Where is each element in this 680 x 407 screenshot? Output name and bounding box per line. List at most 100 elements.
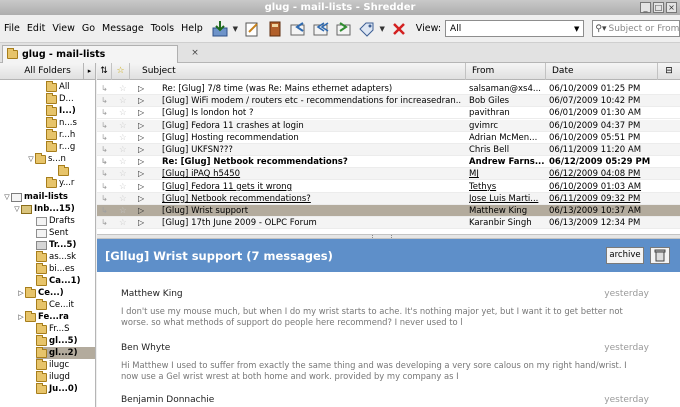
folder-item[interactable] [58, 164, 71, 177]
message-row[interactable]: ↳ ☆ ▷ Re: [Glug] 7/8 time (was Re: Mains et… [97, 83, 680, 95]
folder-pane-header[interactable]: All Folders ▸ [0, 63, 95, 80]
folder-item[interactable]: y...r [46, 176, 74, 189]
expand-thread-icon[interactable]: ▷ [138, 181, 144, 193]
minimize-button[interactable]: _ [640, 2, 651, 13]
tag-dropdown-icon[interactable]: ▼ [380, 25, 385, 33]
expand-thread-icon[interactable]: ▷ [138, 168, 144, 180]
expand-thread-icon[interactable]: ▷ [138, 107, 144, 119]
view-select[interactable]: All ▼ [445, 20, 585, 37]
expand-thread-icon[interactable]: ▷ [138, 95, 144, 107]
star-icon[interactable]: ☆ [119, 95, 127, 107]
menu-message[interactable]: Message [102, 23, 144, 34]
folder-item[interactable]: Fr...S [36, 322, 70, 335]
menu-edit[interactable]: Edit [27, 23, 45, 34]
get-mail-dropdown-icon[interactable]: ▼ [233, 25, 238, 33]
thread-column-icon[interactable]: ⇅ [97, 63, 112, 80]
expand-thread-icon[interactable]: ▷ [138, 132, 144, 144]
expand-thread-icon[interactable]: ▷ [138, 120, 144, 132]
folder-item[interactable]: Ce...it [36, 298, 74, 311]
folder-item[interactable]: ▷ Fe...ra [17, 310, 69, 323]
expand-thread-icon[interactable]: ▷ [138, 156, 144, 168]
expand-thread-icon[interactable]: ▷ [138, 193, 144, 205]
subject-column-header[interactable]: Subject [130, 63, 466, 80]
address-book-icon[interactable] [265, 19, 285, 39]
forward-icon[interactable] [334, 19, 354, 39]
menu-view[interactable]: View [52, 23, 75, 34]
message-row[interactable]: ↳ ☆ ▷ [Glug] 17th June 2009 - OLPC Forum Kar… [97, 217, 680, 230]
folder-item[interactable]: gl...2) [36, 346, 95, 359]
write-icon[interactable] [242, 19, 262, 39]
folder-item[interactable]: Tr...5) [36, 239, 76, 251]
folder-item[interactable]: ilugd [36, 370, 70, 383]
star-icon[interactable]: ☆ [119, 144, 127, 156]
tab-glug-mail-lists[interactable]: glug - mail-lists [2, 45, 178, 63]
reply-all-icon[interactable] [311, 19, 331, 39]
tab-close-icon[interactable]: × [190, 48, 200, 58]
maximize-button[interactable]: □ [653, 2, 664, 13]
column-picker-icon[interactable]: ⊟ [658, 63, 680, 80]
folder-item[interactable]: as...sk [36, 250, 76, 263]
expander-icon[interactable]: ▽ [27, 155, 35, 163]
star-icon[interactable]: ☆ [119, 168, 127, 180]
folder-item[interactable]: ▽ mail-lists [3, 191, 68, 203]
expander-icon[interactable]: ▽ [13, 205, 21, 213]
folder-item[interactable]: r...h [46, 128, 75, 141]
close-button[interactable]: × [666, 2, 677, 13]
star-icon[interactable]: ☆ [119, 132, 127, 144]
star-icon[interactable]: ☆ [119, 181, 127, 193]
menu-tools[interactable]: Tools [151, 23, 174, 34]
folder-item[interactable]: Sent [36, 227, 68, 239]
message-row[interactable]: ↳ ☆ ▷ [Glug] Wrist support Matthew King 06/13… [97, 205, 680, 217]
star-icon[interactable]: ☆ [119, 107, 127, 119]
folder-item[interactable]: Ju...0) [36, 382, 78, 395]
star-icon[interactable]: ☆ [119, 156, 127, 168]
menu-help[interactable]: Help [181, 23, 203, 34]
expander-icon[interactable]: ▽ [3, 193, 11, 201]
expand-thread-icon[interactable]: ▷ [138, 83, 144, 95]
thread-message[interactable]: Benjamin Donnachie yesterday [121, 395, 649, 405]
folder-item[interactable]: ilugc [36, 358, 69, 371]
message-row[interactable]: ↳ ☆ ▷ [Glug] WiFi modem / routers etc - rec… [97, 95, 680, 108]
star-icon[interactable]: ☆ [119, 217, 127, 229]
message-row[interactable]: ↳ ☆ ▷ [Glug] Fedora 11 crashes at login gvim… [97, 119, 680, 132]
menu-file[interactable]: File [4, 23, 20, 34]
folder-item[interactable]: r...g [46, 140, 75, 153]
star-icon[interactable]: ☆ [119, 120, 127, 132]
from-column-header[interactable]: From [466, 63, 546, 80]
folder-item[interactable]: gl...5) [36, 334, 77, 347]
star-column-icon[interactable]: ☆ [112, 63, 130, 80]
date-column-header[interactable]: Date [546, 63, 658, 80]
folder-item[interactable]: ▽ s...n [27, 152, 66, 165]
expand-thread-icon[interactable]: ▷ [138, 144, 144, 156]
folder-item[interactable]: D... [46, 92, 74, 105]
get-mail-icon[interactable] [210, 19, 230, 39]
expander-icon[interactable]: ▷ [17, 313, 25, 321]
expand-thread-icon[interactable]: ▷ [138, 217, 144, 229]
folder-item[interactable]: Ca...1) [36, 274, 80, 287]
star-icon[interactable]: ☆ [119, 83, 127, 95]
message-row[interactable]: ↳ ☆ ▷ [Glug] iPAQ h5450 MJ 06/12/2009 04:08 P… [97, 168, 680, 181]
thread-message[interactable]: Ben Whyte yesterday Hi Matthew I used to s… [121, 343, 649, 382]
folder-item[interactable]: n...s [46, 116, 77, 129]
archive-button[interactable]: archive [606, 247, 644, 264]
message-row[interactable]: ↳ ☆ ▷ [Glug] Netbook recommendations? Jose L… [97, 192, 680, 205]
folder-item[interactable]: All [46, 80, 70, 93]
folder-item[interactable]: Drafts [36, 215, 75, 227]
search-input[interactable]: ⚲▾ Subject or From [592, 20, 680, 37]
folder-item[interactable]: bi...es [36, 262, 75, 275]
message-row[interactable]: ↳ ☆ ▷ [Glug] Hosting recommendation Adrian M… [97, 132, 680, 144]
reply-icon[interactable] [288, 19, 308, 39]
expand-thread-icon[interactable]: ▷ [138, 205, 144, 217]
star-icon[interactable]: ☆ [119, 193, 127, 205]
folder-view-next-icon[interactable]: ▸ [83, 63, 95, 80]
folder-item[interactable]: ▽ Inb...15) [13, 203, 74, 215]
folder-item[interactable]: I...) [46, 104, 76, 117]
message-row[interactable]: ↳ ☆ ▷ Re: [Glug] Netbook recommendations? An… [97, 156, 680, 169]
folder-item[interactable]: ▷ Ce...) [17, 286, 64, 299]
trash-button[interactable] [650, 247, 670, 264]
message-row[interactable]: ↳ ☆ ▷ [Glug] Fedora 11 gets it wrong Tethys 0… [97, 181, 680, 193]
thread-message[interactable]: Matthew King yesterday I don't use my mous… [121, 289, 649, 328]
message-row[interactable]: ↳ ☆ ▷ [Glug] Is london hot ? pavithran 06/01/… [97, 107, 680, 120]
tag-icon[interactable] [357, 19, 377, 39]
delete-icon[interactable] [389, 19, 409, 39]
